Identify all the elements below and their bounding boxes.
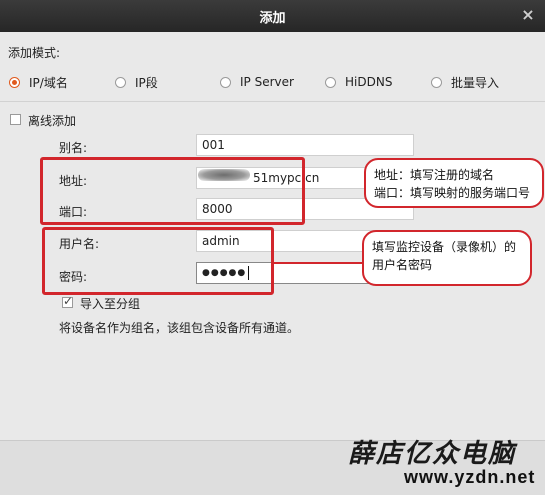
callout-line: 端口：填写映射的服务端口号 bbox=[374, 186, 531, 200]
callout-connector bbox=[274, 262, 370, 264]
radio-icon bbox=[220, 76, 231, 88]
radio-ip-range-label: IP段 bbox=[135, 75, 158, 90]
radio-icon bbox=[115, 76, 126, 88]
address-port-highlight bbox=[40, 157, 305, 225]
dialog-title: 添加 bbox=[259, 10, 286, 26]
add-mode-radio-group: IP/域名 IP段 IP Server HiDDNS 批量导入 bbox=[0, 72, 545, 92]
radio-ip-domain[interactable]: IP/域名 bbox=[9, 72, 68, 92]
radio-icon bbox=[325, 76, 336, 88]
credentials-callout: 填写监控设备（录像机）的 用户名密码 bbox=[362, 230, 532, 286]
offline-add-checkbox[interactable] bbox=[10, 114, 21, 125]
radio-ip-server-label: IP Server bbox=[240, 75, 294, 89]
callout-line: 地址：填写注册的域名 bbox=[374, 168, 495, 182]
alias-label: 别名: bbox=[59, 141, 88, 155]
callout-line: 填写监控设备（录像机）的 bbox=[372, 240, 517, 254]
radio-ip-server[interactable]: IP Server bbox=[220, 72, 294, 92]
radio-icon bbox=[431, 76, 442, 88]
divider bbox=[0, 101, 545, 102]
group-hint-text: 将设备名作为组名，该组包含设备所有通道。 bbox=[59, 321, 300, 335]
credentials-highlight bbox=[42, 227, 274, 295]
radio-ip-domain-label: IP/域名 bbox=[29, 75, 68, 90]
alias-value: 001 bbox=[202, 138, 225, 152]
alias-input[interactable]: 001 bbox=[196, 134, 414, 156]
radio-batch-import[interactable]: 批量导入 bbox=[431, 72, 499, 92]
watermark-url: www.yzdn.net bbox=[404, 467, 536, 487]
radio-batch-import-label: 批量导入 bbox=[451, 75, 500, 90]
add-mode-label: 添加模式: bbox=[8, 46, 61, 60]
callout-line: 用户名密码 bbox=[372, 258, 433, 272]
address-port-callout: 地址：填写注册的域名 端口：填写映射的服务端口号 bbox=[364, 158, 544, 208]
dialog-titlebar: 添加 × bbox=[0, 0, 545, 32]
radio-hiddns[interactable]: HiDDNS bbox=[325, 72, 392, 92]
watermark-name: 薛店亿众电脑 bbox=[348, 439, 517, 469]
offline-add-label: 离线添加 bbox=[28, 114, 77, 128]
radio-checked-icon bbox=[9, 76, 20, 88]
radio-ip-range[interactable]: IP段 bbox=[115, 72, 158, 92]
radio-hiddns-label: HiDDNS bbox=[345, 75, 393, 89]
import-group-label: 导入至分组 bbox=[80, 297, 141, 311]
close-icon[interactable]: × bbox=[519, 6, 537, 24]
import-group-checkbox[interactable] bbox=[62, 294, 73, 308]
